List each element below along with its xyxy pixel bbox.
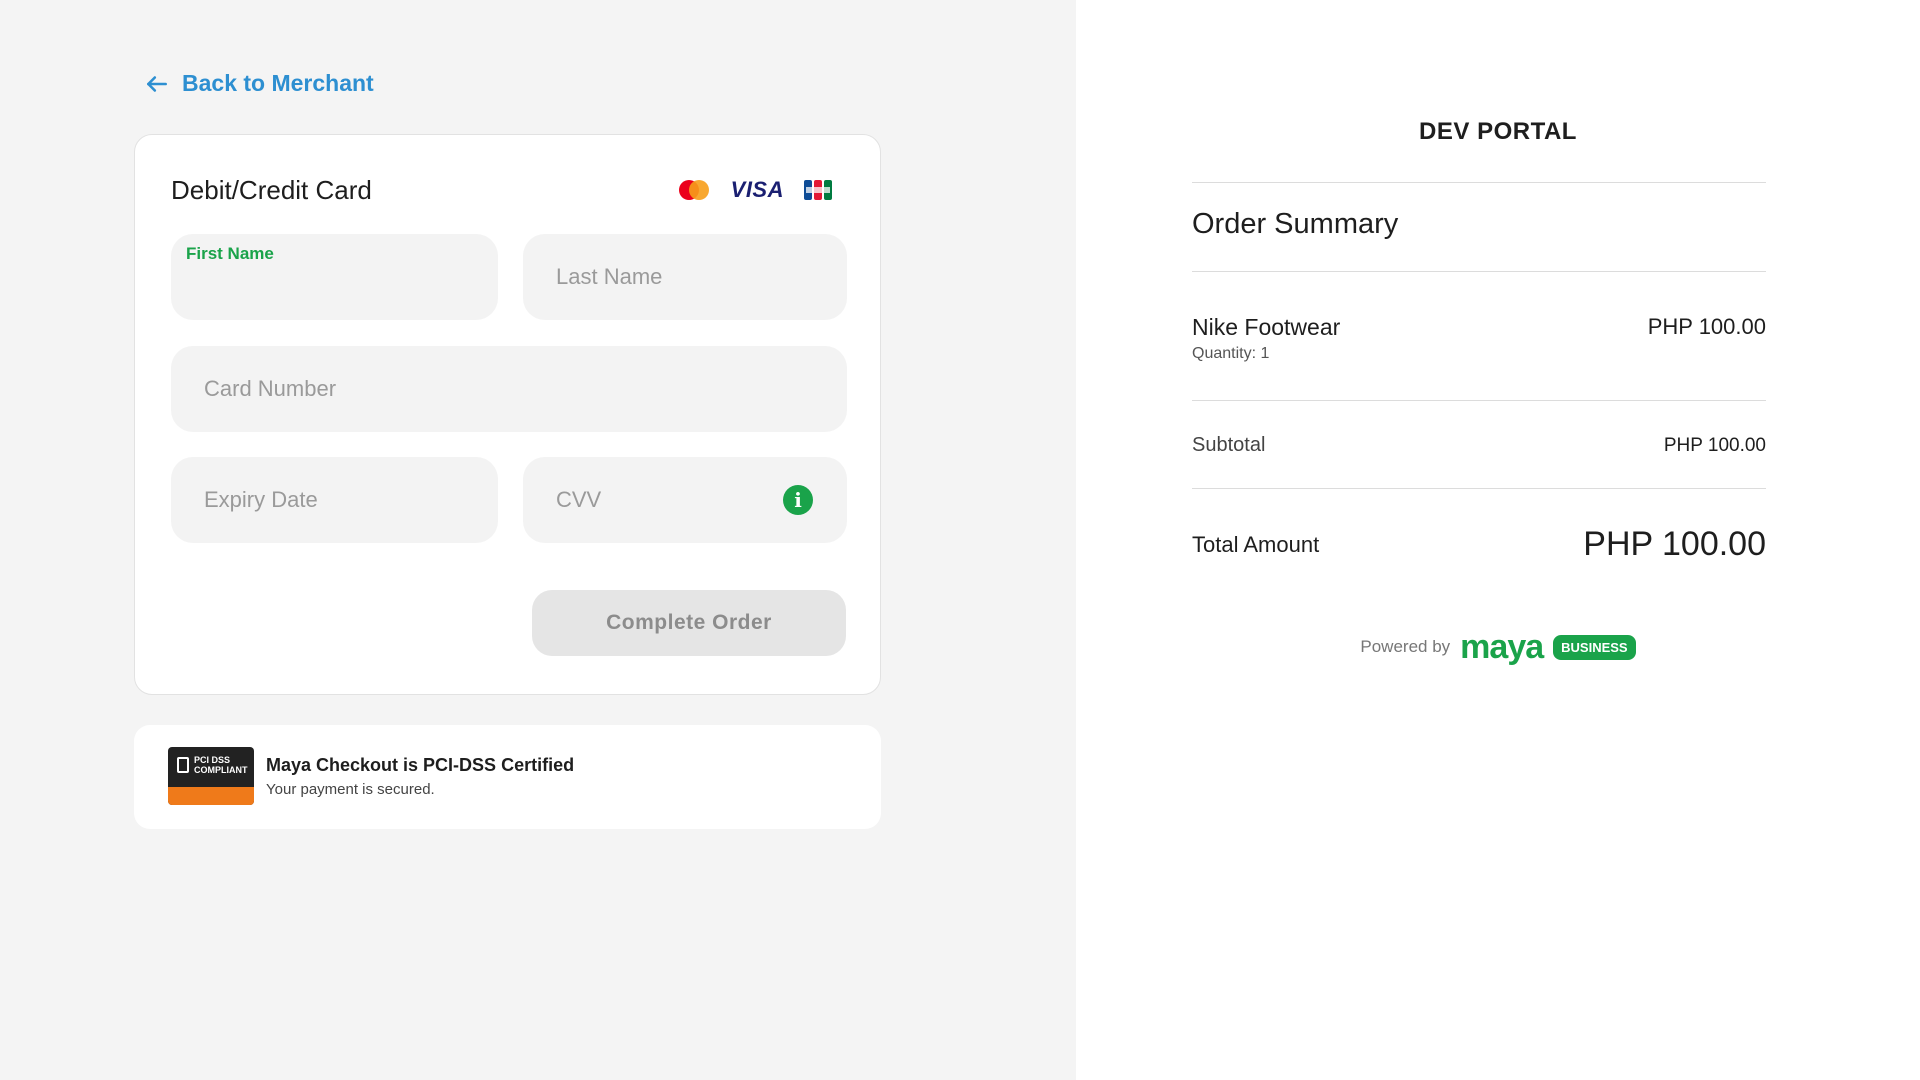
maya-logo: maya — [1460, 628, 1544, 666]
total-amount-label: Total Amount — [1192, 532, 1320, 557]
payment-panel: Back to Merchant Debit/Credit Card VISA … — [0, 0, 1076, 1080]
first-name-label: First Name — [186, 244, 274, 263]
divider — [1192, 400, 1766, 401]
last-name-placeholder: Last Name — [556, 264, 663, 289]
divider — [1192, 488, 1766, 489]
card-form-title: Debit/Credit Card — [171, 175, 372, 205]
total-amount-value: PHP 100.00 — [1583, 525, 1766, 563]
cvv-placeholder: CVV — [556, 487, 602, 512]
card-brands: VISA — [677, 177, 832, 203]
divider — [1192, 182, 1766, 183]
visa-logo: VISA — [730, 177, 784, 202]
arrow-left-icon — [147, 75, 167, 92]
item-price: PHP 100.00 — [1647, 314, 1766, 339]
card-number-field[interactable]: Card Number — [171, 346, 847, 432]
info-icon[interactable]: i — [783, 485, 813, 515]
back-to-merchant-link[interactable]: Back to Merchant — [144, 70, 374, 97]
first-name-field[interactable]: First Name — [171, 234, 498, 320]
complete-order-button[interactable]: Complete Order — [532, 590, 846, 656]
subtotal-value: PHP 100.00 — [1663, 435, 1766, 456]
pci-compliant-badge: PCI DSS COMPLIANT — [168, 747, 254, 805]
card-form: Debit/Credit Card VISA First Name Last N… — [134, 134, 881, 695]
pci-title: Maya Checkout is PCI-DSS Certified — [266, 755, 575, 775]
jcb-icon — [804, 180, 832, 200]
divider — [1192, 271, 1766, 272]
subtotal-label: Subtotal — [1192, 434, 1266, 456]
back-label: Back to Merchant — [182, 70, 374, 96]
powered-by-label: Powered by — [1360, 637, 1451, 656]
first-name-input[interactable] — [186, 276, 483, 310]
merchant-name: DEV PORTAL — [1419, 118, 1577, 145]
pci-certification-banner: PCI DSS COMPLIANT Maya Checkout is PCI-D… — [134, 725, 881, 829]
pci-subtitle: Your payment is secured. — [266, 781, 435, 798]
last-name-field[interactable]: Last Name — [523, 234, 847, 320]
order-summary-title: Order Summary — [1192, 208, 1399, 240]
powered-by-maya: Powered by maya BUSINESS — [1076, 630, 1920, 664]
item-name: Nike Footwear — [1192, 314, 1341, 340]
pci-badge-line1: PCI DSS — [194, 755, 231, 765]
expiry-date-field[interactable]: Expiry Date — [171, 457, 498, 543]
pci-badge-line2: COMPLIANT — [194, 765, 248, 775]
card-number-placeholder: Card Number — [204, 376, 337, 401]
item-quantity: Quantity: 1 — [1192, 345, 1270, 362]
cvv-field[interactable]: CVV i — [523, 457, 847, 543]
business-badge: BUSINESS — [1553, 634, 1636, 660]
expiry-date-placeholder: Expiry Date — [204, 487, 318, 512]
order-summary-panel: DEV PORTAL Order Summary Nike Footwear Q… — [1076, 0, 1920, 1080]
mastercard-icon — [678, 180, 709, 200]
